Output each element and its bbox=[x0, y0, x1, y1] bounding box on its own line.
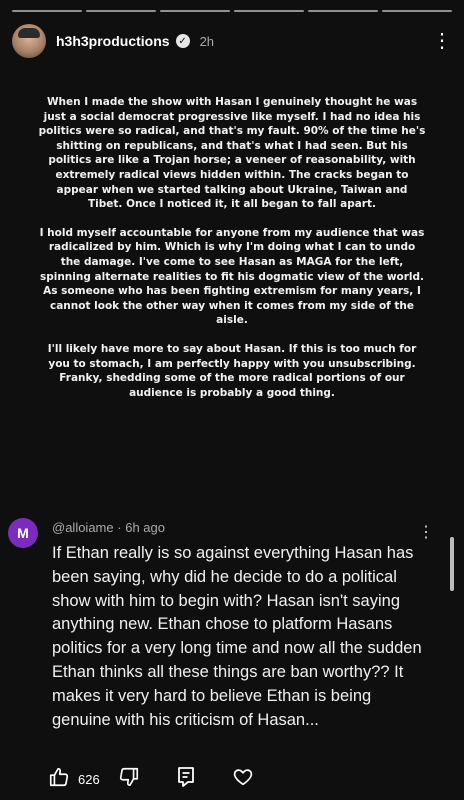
progress-segment bbox=[12, 10, 82, 12]
post-header: h3h3productions ✓ 2h ⋮ bbox=[12, 22, 452, 60]
story-paragraph: I'll likely have more to say about Hasan… bbox=[47, 342, 417, 399]
like-button[interactable]: 626 bbox=[48, 766, 100, 792]
heart-icon bbox=[232, 766, 254, 793]
progress-segment bbox=[234, 10, 304, 12]
story-text: When I made the show with Hasan I genuin… bbox=[38, 95, 426, 414]
progress-segment bbox=[160, 10, 230, 12]
reply-icon bbox=[176, 766, 196, 793]
more-vert-icon[interactable]: ⋮ bbox=[432, 31, 452, 51]
channel-name[interactable]: h3h3productions bbox=[56, 33, 170, 49]
story-paragraph: When I made the show with Hasan I genuin… bbox=[38, 96, 426, 211]
heart-button[interactable] bbox=[232, 766, 254, 792]
meta-separator: · bbox=[117, 520, 122, 535]
comment-text: If Ethan really is so against everything… bbox=[52, 544, 422, 729]
progress-segment bbox=[308, 10, 378, 12]
commenter-avatar[interactable]: M bbox=[8, 518, 38, 548]
comment-actions: 626 bbox=[0, 766, 464, 794]
progress-segment bbox=[86, 10, 156, 12]
dislike-button[interactable] bbox=[118, 766, 140, 792]
like-count: 626 bbox=[78, 771, 100, 787]
comment-time: 6h ago bbox=[125, 520, 165, 535]
commenter-handle[interactable]: @alloiame bbox=[52, 520, 114, 535]
verified-check-icon: ✓ bbox=[175, 34, 190, 48]
story-progress-bar bbox=[12, 10, 452, 12]
thumbs-down-icon bbox=[118, 766, 140, 793]
scrollbar[interactable] bbox=[450, 537, 454, 591]
comment-meta: @alloiame · 6h ago bbox=[52, 520, 165, 535]
progress-segment bbox=[382, 10, 452, 12]
story-paragraph: I hold myself accountable for anyone fro… bbox=[39, 226, 425, 327]
reply-button[interactable] bbox=[176, 766, 196, 792]
comment-more-icon[interactable]: ⋮ bbox=[418, 522, 434, 542]
thumbs-up-icon bbox=[48, 766, 70, 793]
channel-avatar[interactable] bbox=[12, 24, 46, 58]
post-time: 2h bbox=[199, 33, 215, 49]
